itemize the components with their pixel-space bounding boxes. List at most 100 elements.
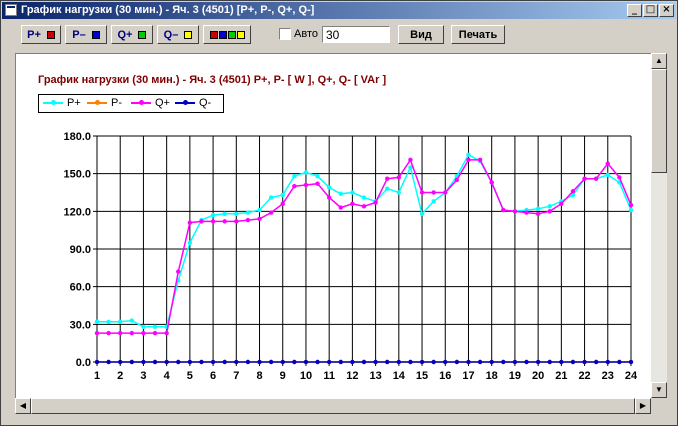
- x-tick-label: 12: [346, 370, 358, 382]
- horizontal-scroll-thumb[interactable]: [31, 398, 635, 414]
- auto-checkbox[interactable]: [279, 28, 291, 40]
- x-tick-label: 21: [555, 370, 567, 382]
- view-button-label: Вид: [410, 28, 432, 41]
- data-point-q-minusplus: [501, 207, 506, 213]
- p-plus-button[interactable]: P+: [21, 25, 61, 44]
- x-tick-label: 5: [187, 370, 193, 382]
- data-point-q-minusplus: [234, 219, 239, 224]
- y-tick-label: 180.0: [63, 131, 91, 143]
- data-point-q-minusplus: [315, 181, 320, 186]
- data-point-q-minus: [373, 359, 378, 365]
- q-minus-button[interactable]: Q–: [157, 25, 199, 44]
- y-tick-label: 120.0: [63, 206, 91, 218]
- scroll-right-button[interactable]: ▶: [635, 398, 651, 414]
- data-point-q-minus: [628, 359, 634, 365]
- scroll-up-button[interactable]: ▲: [651, 53, 667, 69]
- data-point-q-minus: [292, 359, 297, 365]
- x-tick-label: 8: [256, 370, 262, 382]
- vertical-scrollbar[interactable]: ▲ ▼: [651, 53, 667, 398]
- x-tick-label: 24: [625, 370, 638, 382]
- data-point-q-minus: [141, 359, 146, 365]
- data-point-q-minus: [118, 359, 123, 365]
- data-point-q-minus: [187, 359, 193, 365]
- view-button[interactable]: Вид: [398, 25, 444, 44]
- load-chart: 0.030.060.090.0120.0150.0180.01 2 3 4 5 6 7 8 9 1…: [63, 131, 638, 382]
- all-green-swatch: [227, 30, 236, 39]
- data-point-q-minus: [361, 359, 367, 365]
- print-button[interactable]: Печать: [451, 25, 505, 44]
- scroll-left-button[interactable]: ◀: [15, 398, 31, 414]
- data-point-p-minusplus: [106, 319, 111, 325]
- data-point-p-minusplus: [350, 190, 355, 195]
- data-point-q-minus: [315, 359, 320, 365]
- scroll-down-button[interactable]: ▼: [651, 382, 667, 398]
- interval-input[interactable]: 30: [322, 26, 390, 43]
- x-tick-label: 7: [233, 370, 239, 382]
- data-point-q-minus: [559, 359, 564, 365]
- data-point-q-minus: [222, 359, 227, 365]
- data-point-q-minus: [385, 359, 390, 365]
- data-point-q-minusplus: [466, 157, 471, 163]
- data-point-p-minusplus: [466, 152, 471, 158]
- data-point-q-minusplus: [593, 176, 599, 181]
- series-line-q-minusplus: [97, 158, 632, 334]
- data-point-q-minus: [454, 359, 460, 365]
- p-minus-label: P–: [72, 28, 86, 41]
- data-point-q-minus: [547, 359, 552, 365]
- data-point-q-minusplus: [280, 201, 285, 206]
- data-point-q-minusplus: [628, 202, 634, 208]
- p-minus-button[interactable]: P–: [65, 25, 107, 44]
- x-tick-label: 16: [439, 370, 451, 382]
- data-point-p-minusplus: [94, 319, 100, 325]
- data-point-p-minusplus: [141, 324, 146, 330]
- data-point-q-minusplus: [361, 204, 367, 209]
- x-tick-label: 18: [486, 370, 498, 382]
- data-point-q-minus: [164, 359, 169, 365]
- data-point-q-minus: [106, 359, 111, 365]
- all-red-swatch: [209, 30, 218, 39]
- data-point-q-minusplus: [617, 175, 622, 180]
- data-point-p-minusplus: [396, 190, 402, 195]
- data-point-q-minus: [419, 359, 425, 365]
- data-point-q-minus: [431, 359, 436, 365]
- data-point-q-minus: [338, 359, 343, 365]
- data-point-q-minus: [535, 359, 541, 365]
- minimize-button[interactable]: _: [627, 4, 642, 17]
- x-tick-label: 11: [323, 370, 335, 382]
- data-point-q-minus: [443, 359, 448, 365]
- all-blue-swatch: [218, 30, 227, 39]
- maximize-button[interactable]: □: [643, 4, 658, 17]
- data-point-q-minus: [477, 359, 483, 365]
- app-icon: [5, 4, 17, 16]
- data-point-q-minusplus: [559, 201, 564, 206]
- data-point-q-minus: [605, 359, 610, 365]
- data-point-p-minusplus: [268, 195, 274, 200]
- horizontal-scrollbar[interactable]: ◀ ▶: [15, 398, 651, 414]
- data-point-q-minus: [245, 359, 251, 365]
- q-plus-button[interactable]: Q+: [111, 25, 153, 44]
- data-point-q-minus: [396, 359, 402, 365]
- data-point-p-minusplus: [222, 211, 227, 217]
- data-point-p-minusplus: [118, 319, 123, 325]
- x-tick-label: 4: [164, 370, 171, 382]
- data-point-q-minusplus: [257, 216, 262, 222]
- data-point-p-minusplus: [431, 199, 436, 204]
- data-point-q-minusplus: [94, 330, 100, 336]
- data-point-q-minus: [280, 359, 285, 365]
- data-point-p-minusplus: [385, 186, 390, 191]
- p-plus-color-swatch: [46, 30, 55, 39]
- data-point-q-minusplus: [385, 176, 390, 181]
- data-point-q-minusplus: [245, 217, 251, 223]
- data-point-p-minusplus: [292, 173, 297, 179]
- data-point-q-minus: [350, 359, 355, 365]
- data-point-q-minusplus: [303, 182, 309, 188]
- x-tick-label: 22: [578, 370, 590, 382]
- close-button[interactable]: ×: [659, 4, 674, 17]
- all-series-button[interactable]: [203, 25, 251, 44]
- x-tick-label: 14: [393, 370, 406, 382]
- title-bar[interactable]: График нагрузки (30 мин.) - Яч. 3 (4501)…: [2, 2, 676, 19]
- vertical-scroll-thumb[interactable]: [651, 69, 667, 173]
- y-tick-label: 30.0: [70, 319, 91, 331]
- toolbar: P+ P– Q+ Q– Авто 30 Вид Печать: [2, 20, 676, 48]
- series-line-p-minusplus: [97, 153, 632, 328]
